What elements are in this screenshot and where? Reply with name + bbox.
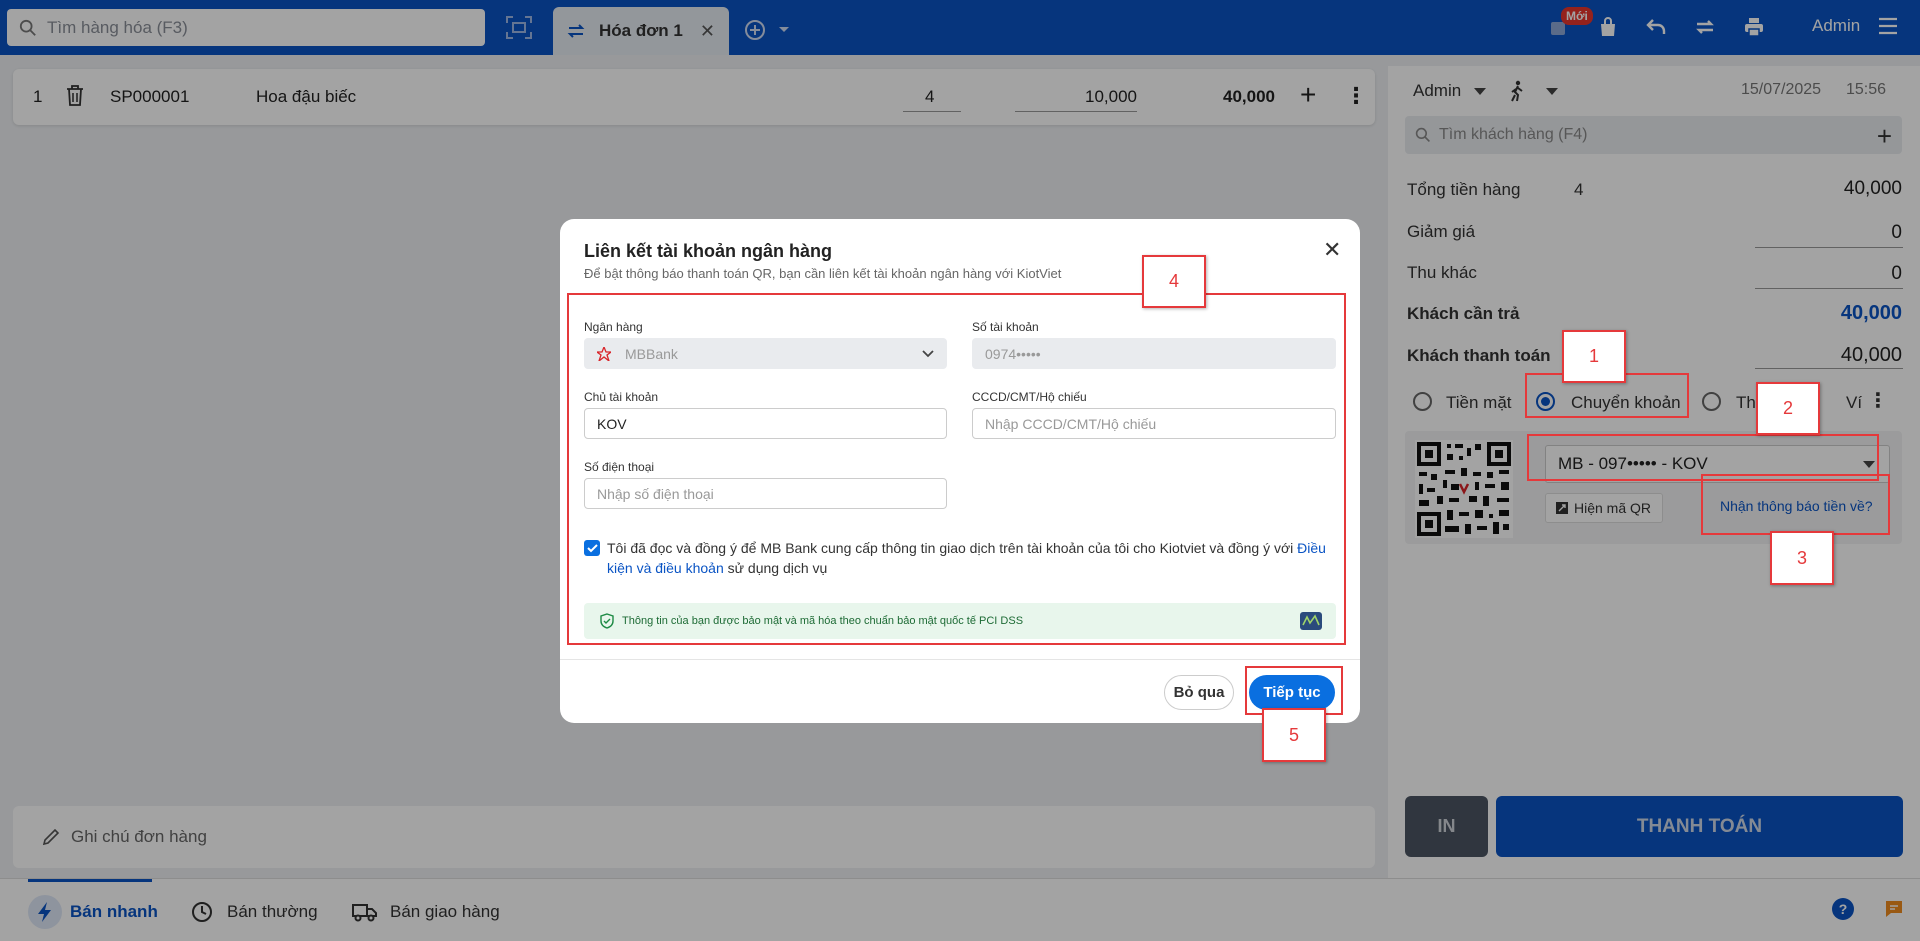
modal-subtitle: Để bật thông báo thanh toán QR, bạn cần … bbox=[584, 266, 1062, 281]
highlight-form bbox=[567, 293, 1346, 645]
callout-3: 3 bbox=[1770, 531, 1834, 585]
callout-2: 2 bbox=[1756, 382, 1820, 435]
callout-5: 5 bbox=[1262, 708, 1326, 762]
callout-1: 1 bbox=[1562, 330, 1626, 383]
highlight-notify-link bbox=[1701, 474, 1890, 535]
callout-4: 4 bbox=[1142, 255, 1206, 308]
modal-divider bbox=[560, 659, 1360, 660]
close-icon[interactable]: ✕ bbox=[1323, 237, 1341, 263]
skip-button[interactable]: Bỏ qua bbox=[1164, 675, 1234, 710]
modal-title: Liên kết tài khoản ngân hàng bbox=[584, 241, 833, 261]
